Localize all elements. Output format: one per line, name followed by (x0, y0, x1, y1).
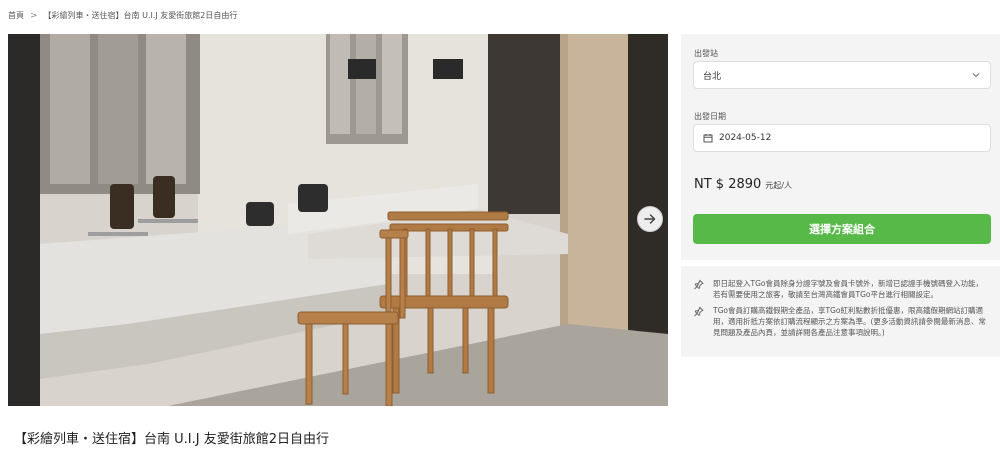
arrow-right-icon (644, 214, 656, 224)
date-label: 出發日期 (694, 112, 726, 121)
chevron-down-icon (972, 73, 980, 78)
hero-photo-washroom-chairs (8, 34, 668, 406)
product-image-carousel[interactable] (8, 34, 668, 406)
breadcrumb-home-link[interactable]: 首頁 (8, 10, 24, 21)
breadcrumb: 首頁 > 【彩繪列車・送住宿】台南 U.I.J 友愛街旅館2日自由行 (8, 10, 237, 21)
notice-text: TGo會員訂購高鐵假期全產品，享TGo紅利點數折抵優惠，限高鐵假期網站訂購適用，… (713, 306, 986, 337)
product-title: 【彩繪列車・送住宿】台南 U.I.J 友愛街旅館2日自由行 (14, 432, 329, 447)
breadcrumb-separator: > (30, 10, 38, 21)
notice-item: 即日起登入TGo會員除身分證字號及會員卡號外，新增已認證手機號碼登入功能，若有需… (693, 278, 988, 300)
notice-box: 即日起登入TGo會員除身分證字號及會員卡號外，新增已認證手機號碼登入功能，若有需… (681, 266, 1000, 357)
departure-label: 出發站 (694, 49, 718, 58)
date-value: 2024-05-12 (719, 133, 772, 143)
notice-item: TGo會員訂購高鐵假期全產品，享TGo紅利點數折抵優惠，限高鐵假期網站訂購適用，… (693, 305, 988, 338)
price-value: NT $ 2890 (694, 177, 762, 192)
breadcrumb-current: 【彩繪列車・送住宿】台南 U.I.J 友愛街旅館2日自由行 (43, 11, 238, 20)
calendar-icon (703, 133, 713, 143)
price-display: NT $ 2890 元起/人 (694, 177, 792, 192)
booking-panel: 出發站 台北 出發日期 2024-05-12 NT $ 2890 元起/人 選擇… (681, 34, 1000, 260)
notice-text: 即日起登入TGo會員除身分證字號及會員卡號外，新增已認證手機號碼登入功能，若有需… (713, 279, 983, 299)
price-unit: 元起/人 (765, 181, 792, 190)
select-plan-button[interactable]: 選擇方案組合 (693, 214, 991, 244)
pin-icon (693, 279, 705, 300)
date-picker-field[interactable]: 2024-05-12 (693, 124, 991, 152)
carousel-next-button[interactable] (637, 206, 663, 232)
departure-value: 台北 (703, 71, 722, 82)
pin-icon (693, 306, 705, 338)
departure-select[interactable]: 台北 (693, 61, 991, 89)
